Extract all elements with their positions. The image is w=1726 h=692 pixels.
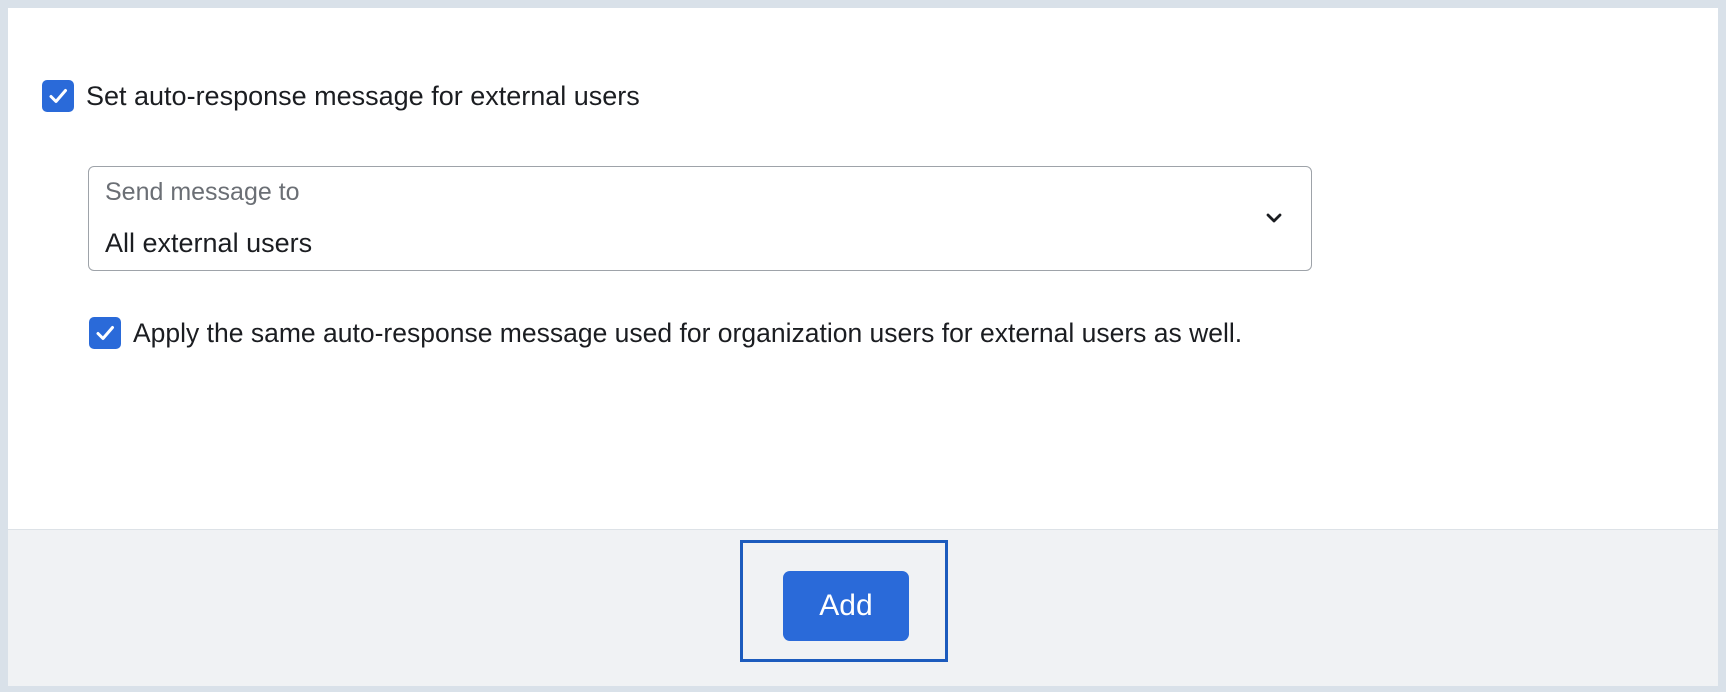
same-message-checkbox-row[interactable]: Apply the same auto-response message use… — [89, 317, 1242, 349]
send-message-to-label: Send message to — [105, 178, 300, 206]
external-users-checkbox-row[interactable]: Set auto-response message for external u… — [42, 80, 640, 112]
send-message-to-value: All external users — [105, 228, 313, 258]
same-message-checkbox[interactable] — [89, 317, 121, 349]
send-message-to-select[interactable]: Send message to All external users — [88, 166, 1312, 271]
external-users-checkbox-label: Set auto-response message for external u… — [86, 81, 640, 111]
dialog-body: Set auto-response message for external u… — [8, 8, 1718, 530]
checkmark-icon — [49, 89, 67, 103]
add-button[interactable]: Add — [783, 571, 909, 641]
external-users-checkbox[interactable] — [42, 80, 74, 112]
checkmark-icon — [96, 326, 114, 340]
same-message-checkbox-label: Apply the same auto-response message use… — [133, 318, 1243, 348]
chevron-down-icon[interactable] — [1263, 207, 1285, 229]
